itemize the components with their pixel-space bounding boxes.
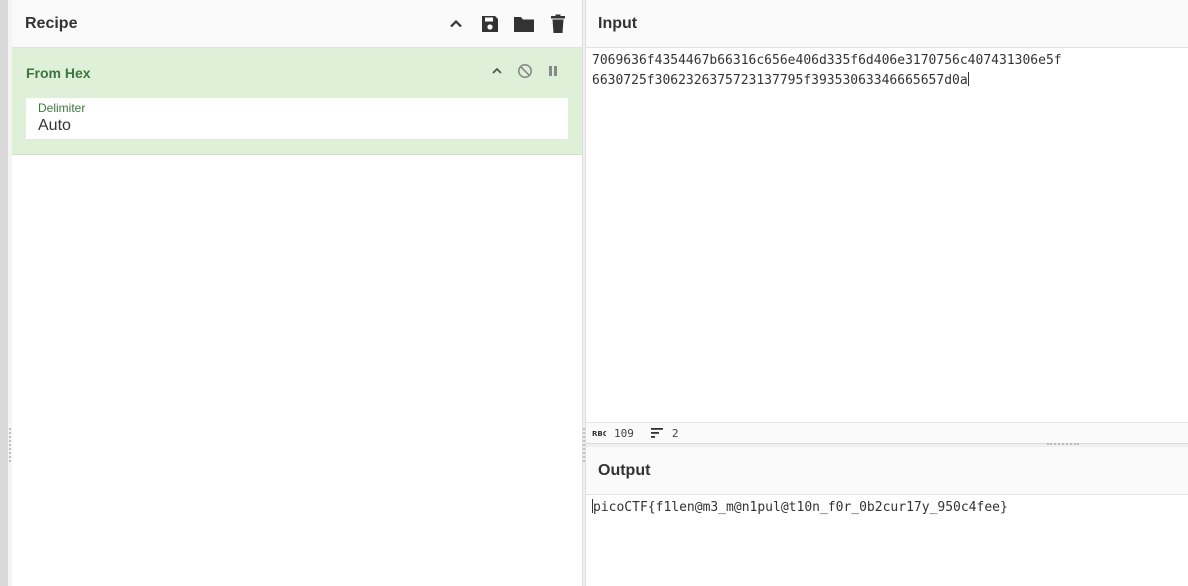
io-resize-handle[interactable]: [1047, 443, 1079, 445]
recipe-panel: Recipe From Hex Delimiter Auto: [12, 0, 582, 586]
svg-text:RBC: RBC: [592, 430, 606, 437]
input-header: Input: [586, 0, 1188, 48]
operation-title: From Hex: [26, 65, 91, 81]
operation-controls: [488, 62, 562, 80]
operations-resize-handle[interactable]: [9, 428, 11, 462]
recipe-title: Recipe: [25, 14, 78, 32]
input-length: 109: [614, 426, 634, 440]
abc-length-icon: RBC: [592, 430, 606, 437]
output-header: Output: [586, 447, 1188, 495]
output-text: picoCTF{f1len@m3_m@n1pul@t10n_f0r_0b2cur…: [593, 500, 1008, 515]
folder-icon[interactable]: [512, 12, 536, 36]
text-caret: [967, 72, 969, 86]
operation-from-hex[interactable]: From Hex Delimiter Auto: [12, 48, 582, 155]
input-status-bar: RBC 109 2: [586, 422, 1188, 443]
input-line-1: 7069636f4354467b66316c656e406d335f6d406e…: [592, 53, 1062, 68]
delimiter-label: Delimiter: [38, 101, 86, 115]
output-textarea[interactable]: picoCTF{f1len@m3_m@n1pul@t10n_f0r_0b2cur…: [586, 495, 1188, 521]
disable-icon[interactable]: [516, 62, 534, 80]
trash-icon[interactable]: [546, 12, 570, 36]
save-icon[interactable]: [478, 12, 502, 36]
output-panel: Output picoCTF{f1len@m3_m@n1pul@t10n_f0r…: [586, 447, 1188, 586]
lines-icon: [650, 428, 663, 438]
left-gutter: [0, 0, 8, 586]
chevron-up-icon[interactable]: [444, 12, 468, 36]
recipe-toolbar: [444, 12, 570, 36]
delimiter-value[interactable]: Auto: [38, 117, 538, 135]
length-status: RBC 109: [592, 427, 634, 440]
input-panel: Input 7069636f4354467b66316c656e406d335f…: [586, 0, 1188, 443]
lines-status: 2: [650, 427, 679, 440]
input-line-2: 6630725f3062326375723137795f393530633466…: [592, 73, 968, 88]
input-title: Input: [598, 14, 638, 32]
delimiter-field[interactable]: Delimiter Auto: [26, 98, 568, 140]
input-textarea[interactable]: 7069636f4354467b66316c656e406d335f6d406e…: [586, 48, 1188, 94]
chevron-up-icon[interactable]: [488, 62, 506, 80]
output-title: Output: [598, 461, 651, 479]
recipe-resize-handle[interactable]: [583, 428, 585, 462]
pause-icon[interactable]: [544, 62, 562, 80]
input-lines: 2: [671, 426, 679, 440]
